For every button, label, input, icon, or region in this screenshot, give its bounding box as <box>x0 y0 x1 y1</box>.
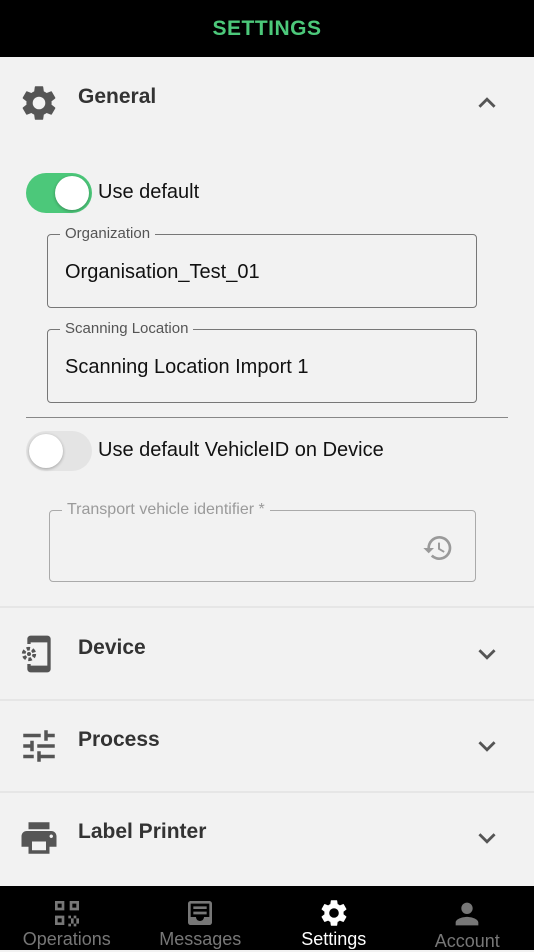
scanning-location-value: Scanning Location Import 1 <box>65 356 309 379</box>
organization-field[interactable]: Organization Organisation_Test_01 <box>47 234 477 308</box>
toggle-knob <box>55 176 89 210</box>
transport-vehicle-field[interactable]: Transport vehicle identifier * <box>49 510 476 582</box>
gear-icon <box>18 82 60 124</box>
toggle-knob <box>29 434 63 468</box>
top-app-bar: SETTINGS <box>0 0 534 57</box>
section-device-header[interactable]: Device <box>0 608 534 700</box>
scanning-location-field[interactable]: Scanning Location Scanning Location Impo… <box>47 329 477 403</box>
chevron-up-icon[interactable] <box>472 88 502 118</box>
history-icon[interactable] <box>422 532 454 564</box>
tune-icon <box>18 725 60 767</box>
device-settings-icon <box>18 633 60 675</box>
tab-account[interactable]: Account <box>401 886 534 950</box>
transport-vehicle-legend: Transport vehicle identifier * <box>62 501 270 519</box>
vehicle-id-toggle[interactable] <box>26 431 92 471</box>
tab-label: Messages <box>159 929 241 950</box>
page-title: SETTINGS <box>212 17 321 41</box>
printer-icon <box>18 817 60 859</box>
tab-label: Settings <box>301 929 366 950</box>
person-icon <box>450 897 484 931</box>
section-device-label: Device <box>78 636 146 660</box>
bottom-navigation: Operations Messages Settings Account <box>0 886 534 950</box>
inbox-icon <box>183 897 217 929</box>
section-label-printer-label: Label Printer <box>78 820 206 844</box>
chevron-down-icon[interactable] <box>472 823 502 853</box>
vehicle-id-toggle-label: Use default VehicleID on Device <box>98 439 384 462</box>
chevron-down-icon[interactable] <box>472 639 502 669</box>
tab-messages[interactable]: Messages <box>134 886 268 950</box>
section-process-header[interactable]: Process <box>0 700 534 792</box>
tab-operations[interactable]: Operations <box>0 886 134 950</box>
gear-icon <box>317 897 351 929</box>
tab-label: Account <box>435 931 500 952</box>
tab-label: Operations <box>23 929 111 950</box>
organization-legend: Organization <box>60 225 155 242</box>
organization-value: Organisation_Test_01 <box>65 261 260 284</box>
section-process-label: Process <box>78 728 160 752</box>
divider <box>26 417 508 418</box>
section-general-label: General <box>78 85 156 109</box>
qr-code-icon <box>50 897 84 929</box>
scanning-location-legend: Scanning Location <box>60 320 193 337</box>
use-default-toggle[interactable] <box>26 173 92 213</box>
section-label-printer-header[interactable]: Label Printer <box>0 792 534 884</box>
use-default-label: Use default <box>98 181 199 204</box>
chevron-down-icon[interactable] <box>472 731 502 761</box>
tab-settings[interactable]: Settings <box>267 886 401 950</box>
section-general-header[interactable]: General <box>0 57 534 149</box>
